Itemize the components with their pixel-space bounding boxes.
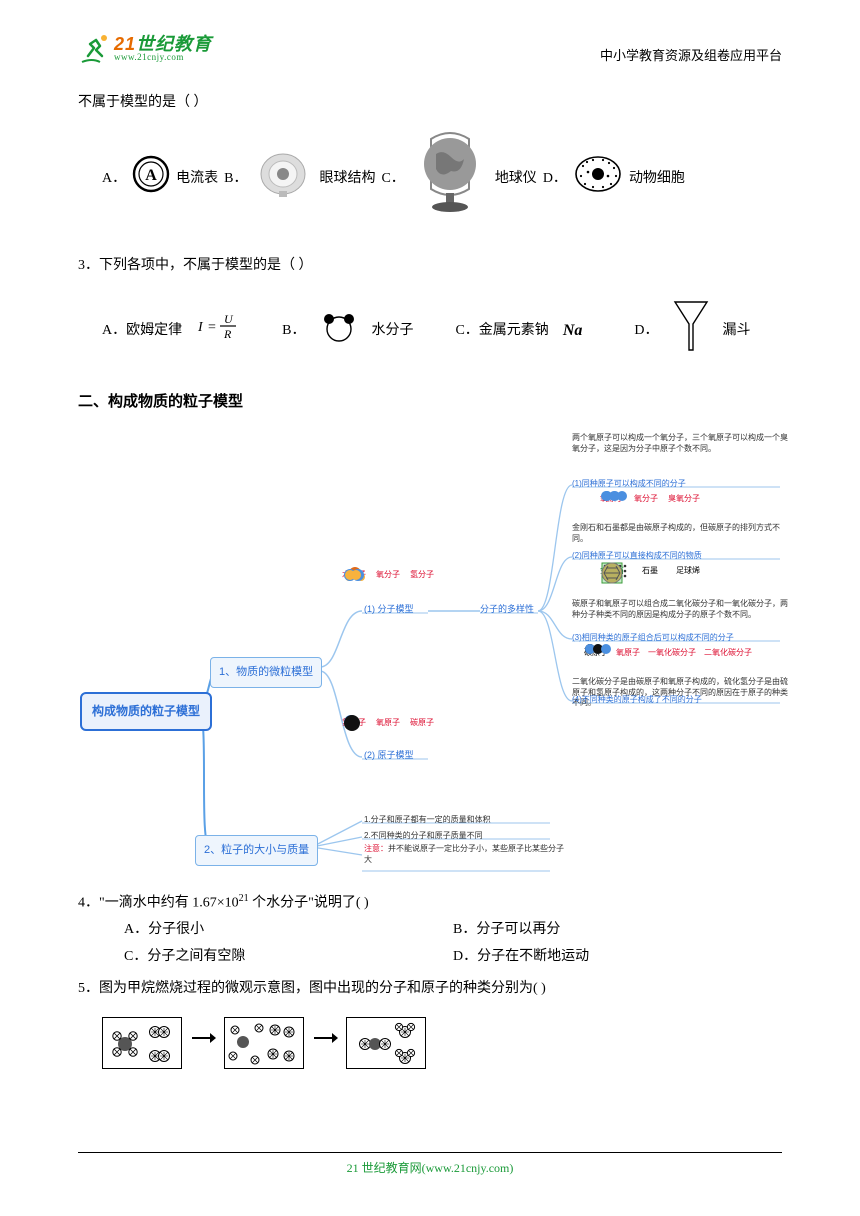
page-footer: 21 世纪教育网(www.21cnjy.com) <box>78 1152 782 1176</box>
header-subtitle: 中小学教育资源及组卷应用平台 <box>600 45 782 64</box>
rxn-box-2 <box>224 1017 304 1069</box>
mm-r2-mol: 金刚石 石墨 足球烯 <box>600 561 700 578</box>
q4-a: A．分子很小 <box>124 917 453 944</box>
footer-brand: 21 世纪教育网 <box>347 1161 422 1175</box>
mm-b2-l3: 注意：并不能说原子一定比分子小，某些原子比某些分子大 <box>364 844 564 866</box>
page-header: 21世纪教育 www.21cnjy.com 中小学教育资源及组卷应用平台 <box>78 32 782 68</box>
reaction-diagram <box>78 1003 782 1069</box>
q3-stem: 3．下列各项中，不属于模型的是（ ） <box>78 253 782 280</box>
q2-c-label: 地球仪 <box>495 166 537 193</box>
ammeter-icon: A <box>132 155 170 204</box>
arrow-icon <box>190 1030 216 1057</box>
funnel-icon <box>673 298 709 365</box>
q2-b-prefix: B． <box>224 166 247 193</box>
q2-d-label: 动物细胞 <box>629 166 685 193</box>
globe-icon <box>411 129 489 230</box>
page-content: 不属于模型的是（ ） A． A 电流表 B． <box>78 90 782 1069</box>
svg-text:A: A <box>145 167 157 184</box>
ohm-formula-icon: I = U R <box>196 311 242 352</box>
mm-r1-desc: 两个氧原子可以构成一个氧分子，三个氧原子可以构成一个臭氧分子，这是因为分子中原子… <box>572 433 792 455</box>
q2-c-prefix: C． <box>381 166 404 193</box>
eye-model-icon <box>253 149 313 210</box>
rxn-box-1 <box>102 1017 182 1069</box>
q4-stem-b: 个水分子"说明了( ) <box>249 896 369 911</box>
site-logo: 21世纪教育 www.21cnjy.com <box>78 32 212 64</box>
logo-tail: 世纪教育 <box>136 34 212 54</box>
mm-m1-label: (1) 分子模型 <box>364 601 414 618</box>
svg-text:U: U <box>224 312 234 326</box>
mm-r3-mol: 碳原子 氧原子 一氧化碳分子 二氧化碳分子 <box>584 643 752 660</box>
arrow-icon <box>312 1030 338 1057</box>
mm-root: 构成物质的粒子模型 <box>80 692 212 731</box>
q2-options: A． A 电流表 B． 眼球结构 C． <box>78 129 782 230</box>
mm-molrow1: 水分子 氧分子 氢分子 <box>342 565 434 582</box>
mm-b1: 1、物质的微粒模型 <box>210 657 322 688</box>
q3-b-label: 水分子 <box>371 318 413 345</box>
particle-model-mindmap: 构成物质的粒子模型 1、物质的微粒模型 2、粒子的大小与质量 水分子 氧分子 氢… <box>80 427 780 877</box>
mm-b2-l2: 2.不同种类的分子和原子质量不同 <box>364 828 483 843</box>
q4-stem-a: 4．"一滴水中约有 1.67×10 <box>78 896 239 911</box>
q2-a-label: 电流表 <box>176 166 218 193</box>
svg-text:I: I <box>197 320 204 335</box>
footer-url: (www.21cnjy.com) <box>422 1161 514 1175</box>
q2-d-prefix: D． <box>543 166 567 193</box>
section2-title: 二、构成物质的粒子模型 <box>78 388 782 417</box>
q4-c: C．分子之间有空隙 <box>124 944 453 971</box>
q4-b: B．分子可以再分 <box>453 917 782 944</box>
mm-b2-l1: 1.分子和原子都有一定的质量和体积 <box>364 812 491 827</box>
q3-options: A．欧姆定律 I = U R B． 水分子 <box>78 298 782 365</box>
logo-runner-icon <box>78 32 110 64</box>
mm-r3-desc: 碳原子和氧原子可以组合成二氧化碳分子和一氧化碳分子，两种分子种类不同的原因是构成… <box>572 599 792 621</box>
sodium-symbol: Na <box>563 316 583 346</box>
q2-lead: 不属于模型的是（ ） <box>78 90 782 117</box>
mm-r4-title: (4)不同种类的原子构成了不同的分子 <box>572 692 702 707</box>
q3-b-prefix: B． <box>282 318 305 345</box>
q3-d-label: 漏斗 <box>723 318 751 345</box>
animal-cell-icon <box>573 154 623 205</box>
q4-d: D．分子在不断地运动 <box>453 944 782 971</box>
q3-a: A．欧姆定律 <box>102 318 182 345</box>
q4: 4．"一滴水中约有 1.67×1021 个水分子"说明了( ) A．分子很小 B… <box>78 889 782 970</box>
q5-stem: 5．图为甲烷燃烧过程的微观示意图，图中出现的分子和原子的种类分别为( ) <box>78 976 782 1003</box>
q3-d-prefix: D． <box>634 318 658 345</box>
q2-b-label: 眼球结构 <box>319 166 375 193</box>
mm-mid-label: 分子的多样性 <box>480 601 534 618</box>
q2-a-prefix: A． <box>102 166 126 193</box>
rxn-box-3 <box>346 1017 426 1069</box>
svg-text:=: = <box>208 320 216 335</box>
mm-molrow2: 氢原子 氧原子 碳原子 <box>342 713 434 730</box>
mm-b2: 2、粒子的大小与质量 <box>195 835 318 866</box>
svg-text:R: R <box>223 327 232 341</box>
mm-m2-label: (2) 原子模型 <box>364 747 414 764</box>
q3-c: C．金属元素钠 <box>455 318 548 345</box>
q4-exp: 21 <box>239 893 249 904</box>
mm-r2-desc: 金刚石和石墨都是由碳原子构成的，但碳原子的排列方式不同。 <box>572 523 792 545</box>
logo-num: 21 <box>114 34 136 54</box>
logo-url: www.21cnjy.com <box>114 53 212 62</box>
mm-r1-mol: 氧原子 氧分子 臭氧分子 <box>600 489 700 506</box>
water-molecule-icon <box>319 309 357 354</box>
